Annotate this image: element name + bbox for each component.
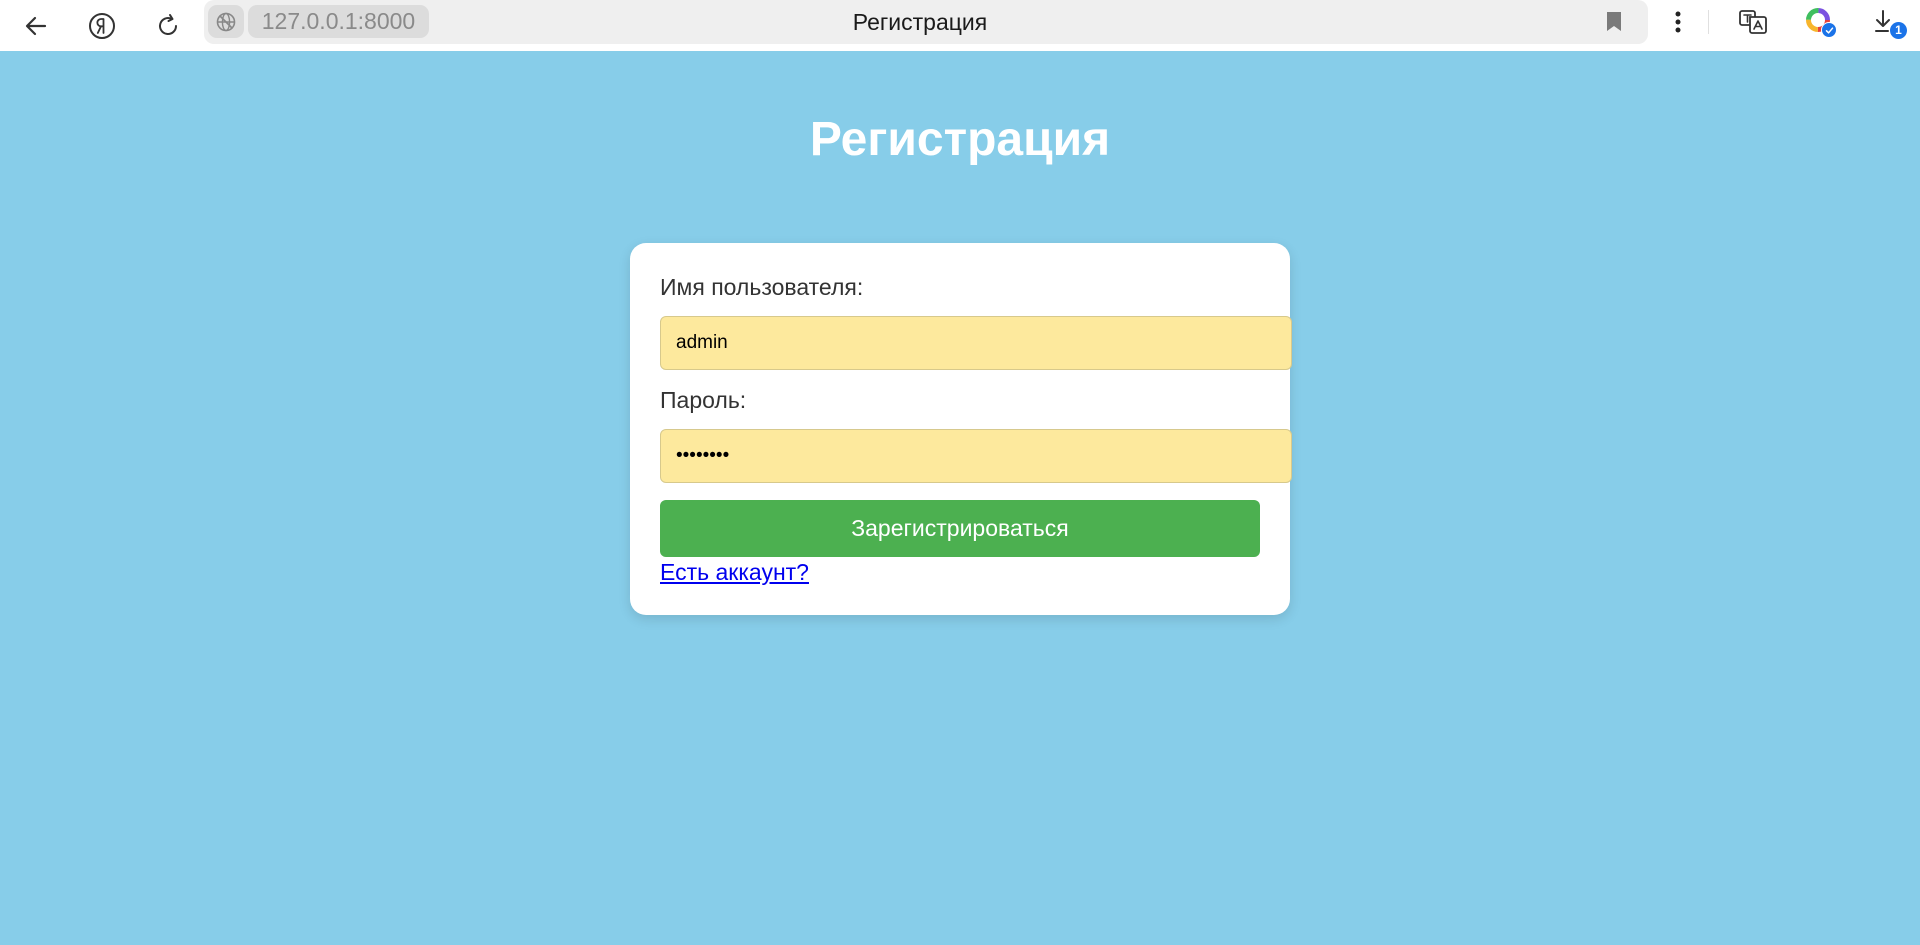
- menu-button[interactable]: [1660, 6, 1696, 38]
- browser-toolbar: 127.0.0.1:8000 Регистрация 1: [0, 0, 1920, 51]
- username-label: Имя пользователя:: [660, 274, 864, 300]
- url-text[interactable]: 127.0.0.1:8000: [248, 5, 429, 38]
- registration-form: Имя пользователя: Пароль: Зарегистрирова…: [630, 243, 1292, 615]
- password-input[interactable]: [660, 429, 1292, 483]
- translate-icon: [1739, 10, 1767, 34]
- back-button[interactable]: [14, 4, 58, 48]
- kebab-menu-icon: [1675, 11, 1681, 33]
- translate-button[interactable]: [1733, 4, 1773, 40]
- bookmark-button[interactable]: [1596, 8, 1632, 36]
- home-button[interactable]: [80, 4, 124, 48]
- password-label: Пароль:: [660, 387, 747, 413]
- reload-button[interactable]: [146, 4, 190, 48]
- yandex-logo-icon: [89, 13, 115, 39]
- register-button[interactable]: Зарегистрироваться: [660, 500, 1260, 557]
- site-info-button[interactable]: [208, 5, 244, 38]
- extension-button[interactable]: [1799, 4, 1839, 40]
- toolbar-divider: [1708, 10, 1709, 34]
- username-input[interactable]: [660, 316, 1292, 370]
- downloads-button[interactable]: 1: [1866, 4, 1907, 40]
- login-link[interactable]: Есть аккаунт?: [660, 557, 809, 587]
- back-arrow-icon: [25, 16, 47, 36]
- download-count-badge: 1: [1890, 22, 1907, 39]
- page-title: Регистрация: [809, 113, 1111, 166]
- check-badge: [1821, 22, 1837, 38]
- globe-icon: [216, 12, 236, 31]
- reload-icon: [159, 14, 177, 35]
- tab-title: Регистрация: [852, 9, 988, 35]
- bookmark-icon: [1607, 12, 1621, 31]
- check-icon: [1825, 26, 1833, 34]
